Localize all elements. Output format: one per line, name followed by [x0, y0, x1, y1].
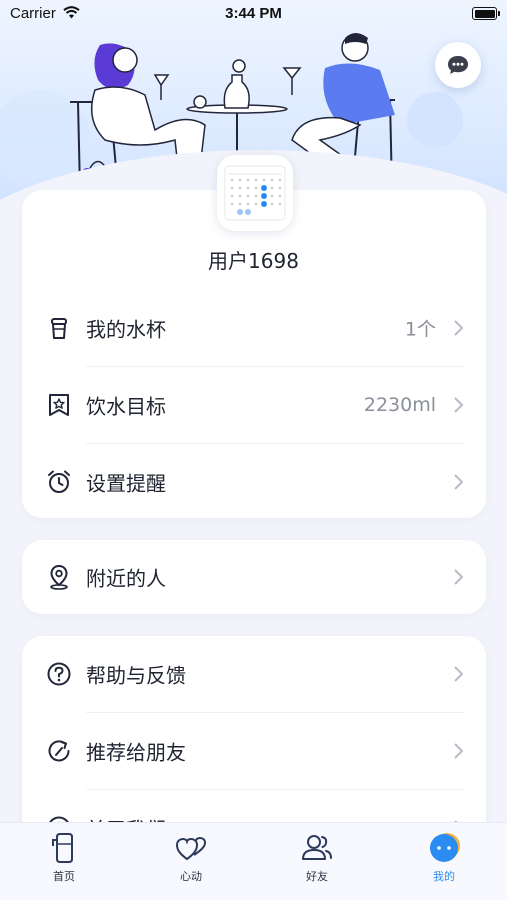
username: 用户1698 [208, 249, 299, 273]
menu-item-my-cup[interactable]: 我的水杯 1个 [22, 290, 486, 366]
my-cup-label: 我的水杯 [86, 317, 166, 342]
question-circle-icon [47, 662, 71, 686]
location-pin-icon [50, 564, 68, 590]
cup-icon [52, 833, 73, 863]
chevron-right-icon [454, 743, 464, 759]
hearts-icon [175, 836, 207, 861]
recommend-friends-label: 推荐给朋友 [86, 740, 186, 765]
chevron-right-icon [454, 474, 464, 490]
menu-item-recommend-friends[interactable]: 推荐给朋友 [22, 713, 486, 789]
status-time: 3:44 PM [225, 5, 282, 22]
tab-friends[interactable]: 好友 [277, 831, 357, 884]
tab-mine-label: 我的 [433, 870, 455, 883]
menu-item-help-feedback[interactable]: 帮助与反馈 [22, 636, 486, 712]
tab-heartbeat-label: 心动 [180, 870, 202, 883]
status-bar: Carrier 3:44 PM [0, 0, 507, 30]
tab-home-label: 首页 [53, 870, 75, 883]
my-cup-count: 1个 [404, 318, 436, 341]
profile-dots-icon [430, 833, 460, 862]
tab-bar: 首页 心动 好友 我的 [0, 822, 507, 900]
cup-icon [51, 318, 67, 339]
goal-badge-icon [49, 394, 69, 416]
share-refresh-icon [48, 740, 70, 762]
nearby-people-label: 附近的人 [86, 566, 166, 591]
chevron-right-icon [454, 569, 464, 585]
tab-heartbeat[interactable]: 心动 [151, 831, 231, 884]
drinking-goal-label: 饮水目标 [86, 394, 166, 419]
menu-item-drinking-goal[interactable]: 饮水目标 2230ml [22, 367, 486, 443]
chevron-right-icon [454, 320, 464, 336]
chat-bubble-icon [448, 56, 468, 74]
tab-friends-label: 好友 [306, 870, 328, 883]
menu-item-reminder[interactable]: 设置提醒 [22, 444, 486, 520]
friends-icon [302, 835, 332, 860]
alarm-clock-icon [48, 470, 70, 493]
profile-card: 我的水杯 1个 饮水目标 2230ml 设置提醒 [22, 190, 486, 518]
menu-item-nearby-people[interactable]: 附近的人 [22, 540, 486, 614]
nearby-card: 附近的人 [22, 540, 486, 614]
drinking-goal-value: 2230ml [363, 394, 436, 416]
avatar[interactable] [217, 155, 293, 231]
help-feedback-label: 帮助与反馈 [86, 663, 186, 688]
chevron-right-icon [454, 666, 464, 682]
tab-home[interactable]: 首页 [24, 831, 104, 884]
message-button[interactable] [435, 42, 481, 88]
chevron-right-icon [454, 397, 464, 413]
calendar-avatar-image [224, 165, 286, 221]
tab-mine[interactable]: 我的 [404, 831, 484, 884]
battery-icon [472, 7, 500, 20]
reminder-label: 设置提醒 [86, 471, 166, 496]
